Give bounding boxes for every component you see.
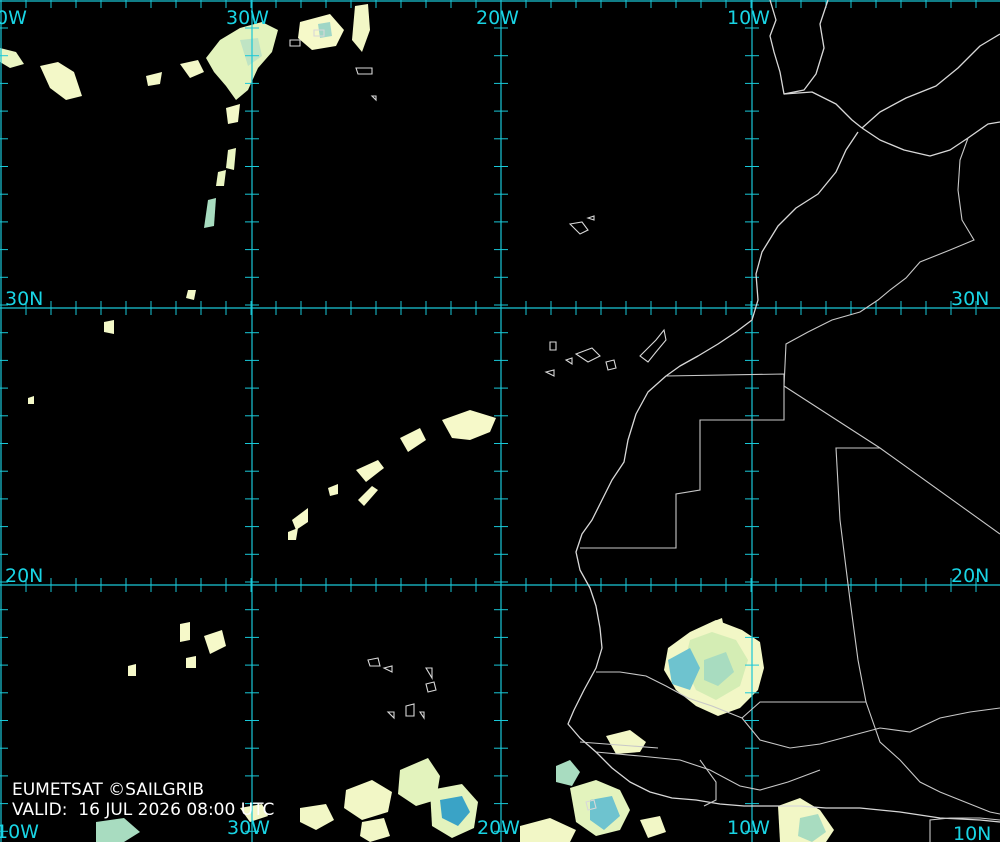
label-lon-30w-bottom: 30W [227, 817, 270, 839]
label-lat-30n-left: 30N [5, 288, 43, 310]
label-lon-bottom-left: 10W [0, 821, 39, 842]
map-background [0, 0, 1000, 842]
label-lon-20w-top: 20W [476, 7, 519, 29]
source-caption: EUMETSAT ©SAILGRIB [12, 780, 205, 800]
cloud-patch [180, 622, 190, 642]
cloud-patch [186, 656, 196, 668]
cloud-patch [104, 320, 114, 334]
label-lon-top-left: 0W [0, 7, 27, 29]
label-lon-10w-top: 10W [727, 7, 770, 29]
valid-time-caption: VALID: 16 JUL 2026 08:00 UTC [12, 800, 275, 820]
label-lon-30w-top: 30W [226, 7, 269, 29]
label-lat-20n-right: 20N [951, 565, 989, 587]
label-lat-20n-left: 20N [5, 565, 43, 587]
label-lon-20w-bottom: 20W [477, 817, 520, 839]
satellite-map[interactable]: 0W 30W 20W 10W 10W 30W 20W 10W 30N 30N 2… [0, 0, 1000, 842]
label-lat-10n-right: 10N [953, 823, 991, 842]
cloud-patch [128, 664, 136, 676]
label-lat-30n-right: 30N [951, 288, 989, 310]
label-lon-10w-bottom: 10W [727, 817, 770, 839]
